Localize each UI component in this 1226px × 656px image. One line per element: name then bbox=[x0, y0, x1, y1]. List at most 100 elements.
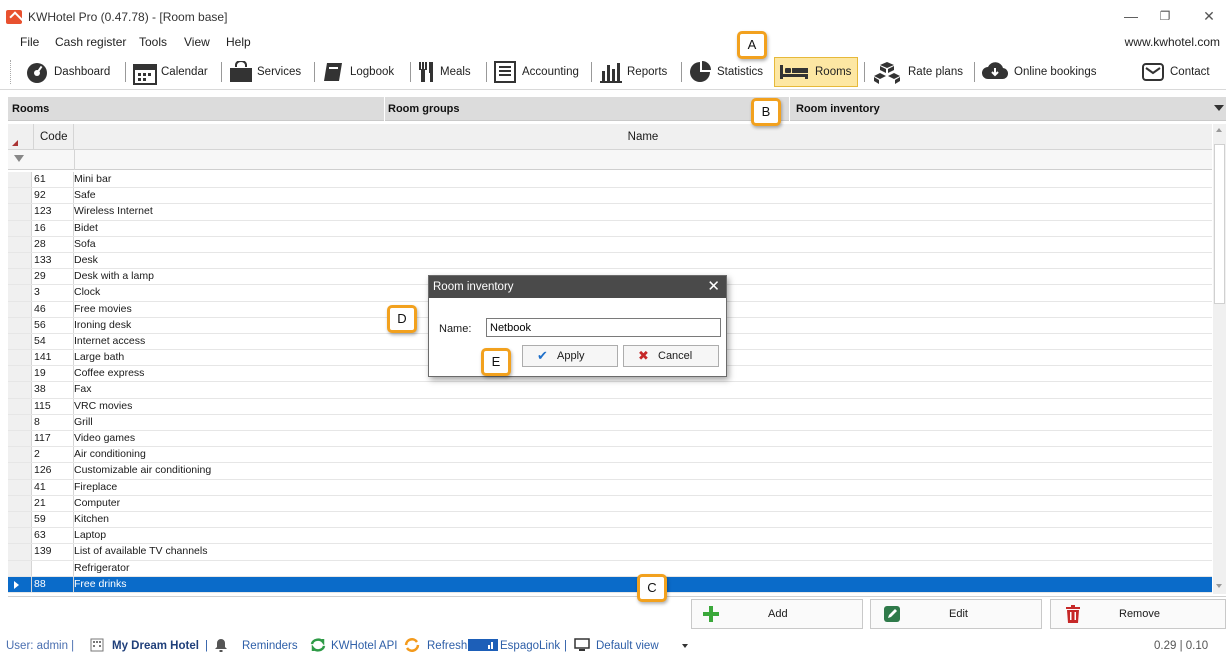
cell-code[interactable]: 61 bbox=[34, 172, 74, 188]
status-refresh[interactable]: Refresh bbox=[427, 640, 467, 652]
rooms-button[interactable]: Rooms bbox=[774, 57, 859, 87]
cell-name[interactable]: Clock bbox=[74, 285, 100, 300]
tab-rooms[interactable]: Rooms bbox=[12, 97, 49, 121]
column-header-code[interactable]: Code bbox=[34, 124, 74, 150]
status-reminders[interactable]: Reminders bbox=[242, 640, 298, 652]
row-header[interactable] bbox=[8, 172, 32, 188]
name-field[interactable] bbox=[486, 318, 721, 337]
table-row[interactable]: 28 Sofa bbox=[8, 236, 1212, 253]
table-row[interactable]: 133 Desk bbox=[8, 252, 1212, 270]
cell-name[interactable]: Kitchen bbox=[74, 512, 109, 527]
cell-name[interactable]: VRC movies bbox=[74, 399, 132, 414]
cell-code[interactable]: 133 bbox=[34, 252, 74, 269]
scroll-down-icon[interactable] bbox=[1216, 584, 1222, 588]
table-row[interactable]: 41 Fireplace bbox=[8, 479, 1212, 496]
edit-button[interactable]: Edit bbox=[870, 599, 1042, 629]
menu-help[interactable]: Help bbox=[226, 35, 251, 49]
table-row[interactable]: 8 Grill bbox=[8, 414, 1212, 431]
cell-code[interactable]: 126 bbox=[34, 463, 74, 479]
view-dropdown-icon[interactable] bbox=[682, 644, 688, 648]
cell-code[interactable]: 16 bbox=[34, 220, 74, 236]
row-header[interactable] bbox=[8, 220, 32, 236]
table-row[interactable]: 126 Customizable air conditioning bbox=[8, 463, 1212, 480]
table-row[interactable]: 92 Safe bbox=[8, 188, 1212, 205]
filter-row[interactable] bbox=[8, 150, 1212, 170]
filter-icon[interactable] bbox=[14, 155, 24, 162]
row-header[interactable] bbox=[8, 398, 32, 414]
status-api[interactable]: KWHotel API bbox=[331, 640, 397, 652]
row-header[interactable] bbox=[8, 252, 32, 269]
cell-name[interactable]: Large bath bbox=[74, 350, 124, 365]
cell-name[interactable]: Fax bbox=[74, 382, 92, 397]
table-row[interactable]: 2 Air conditioning bbox=[8, 447, 1212, 464]
cell-name[interactable]: List of available TV channels bbox=[74, 544, 207, 559]
vertical-scrollbar[interactable] bbox=[1213, 124, 1226, 594]
apply-button[interactable]: ✔ Apply bbox=[522, 345, 618, 367]
calendar-button[interactable]: Calendar bbox=[133, 57, 208, 87]
table-row[interactable]: 117 Video games bbox=[8, 431, 1212, 448]
row-header[interactable] bbox=[8, 301, 32, 317]
cell-name[interactable]: Ironing desk bbox=[74, 318, 131, 333]
contact-button[interactable]: Contact bbox=[1142, 57, 1210, 87]
cell-code[interactable]: 21 bbox=[34, 495, 74, 511]
cell-name[interactable]: Grill bbox=[74, 415, 93, 430]
minimize-button[interactable]: — bbox=[1116, 6, 1146, 26]
status-espago[interactable]: EspagoLink bbox=[500, 640, 560, 652]
cell-name[interactable]: Mini bar bbox=[74, 172, 111, 187]
table-row[interactable]: 139 List of available TV channels bbox=[8, 544, 1212, 561]
row-header[interactable] bbox=[8, 269, 32, 285]
cell-name[interactable]: Customizable air conditioning bbox=[74, 463, 211, 478]
row-header[interactable] bbox=[8, 544, 32, 560]
cell-name[interactable]: Free movies bbox=[74, 302, 132, 317]
cell-code[interactable]: 3 bbox=[34, 285, 74, 301]
cell-code[interactable]: 63 bbox=[34, 528, 74, 544]
row-header[interactable] bbox=[8, 528, 32, 544]
row-header[interactable] bbox=[8, 463, 32, 479]
scroll-thumb[interactable] bbox=[1214, 144, 1225, 304]
table-row[interactable]: 88 Free drinks bbox=[8, 576, 1212, 593]
cell-code[interactable]: 141 bbox=[34, 350, 74, 366]
cell-name[interactable]: Safe bbox=[74, 188, 96, 203]
row-header[interactable] bbox=[8, 285, 32, 301]
column-header-name[interactable]: Name bbox=[74, 124, 1212, 150]
cell-name[interactable]: Free drinks bbox=[74, 577, 127, 592]
cancel-button[interactable]: ✖ Cancel bbox=[623, 345, 719, 367]
cell-code[interactable]: 123 bbox=[34, 204, 74, 220]
cell-code[interactable]: 117 bbox=[34, 431, 74, 447]
cell-name[interactable]: Sofa bbox=[74, 237, 96, 252]
row-header[interactable] bbox=[8, 447, 32, 463]
cell-code[interactable]: 59 bbox=[34, 511, 74, 528]
row-header[interactable] bbox=[8, 188, 32, 204]
services-button[interactable]: Services bbox=[229, 57, 301, 87]
cell-code[interactable]: 29 bbox=[34, 269, 74, 285]
cell-code[interactable]: 8 bbox=[34, 414, 74, 430]
rate-plans-button[interactable]: Rate plans bbox=[872, 57, 963, 87]
cell-name[interactable]: Air conditioning bbox=[74, 447, 146, 462]
dashboard-button[interactable]: Dashboard bbox=[26, 57, 110, 87]
cell-code[interactable]: 88 bbox=[34, 576, 74, 592]
menu-view[interactable]: View bbox=[184, 35, 210, 49]
table-row[interactable]: 115 VRC movies bbox=[8, 398, 1212, 415]
row-header[interactable] bbox=[8, 414, 32, 430]
row-header[interactable] bbox=[8, 204, 32, 220]
cell-code[interactable]: 56 bbox=[34, 317, 74, 333]
add-button[interactable]: Add bbox=[691, 599, 863, 629]
table-row[interactable]: 38 Fax bbox=[8, 382, 1212, 399]
cell-code[interactable]: 115 bbox=[34, 398, 74, 414]
tab-room-inventory[interactable]: Room inventory bbox=[796, 97, 880, 121]
status-hotel[interactable]: My Dream Hotel bbox=[112, 640, 199, 652]
cell-name[interactable]: Bidet bbox=[74, 221, 98, 236]
cell-name[interactable]: Desk bbox=[74, 253, 98, 268]
row-header[interactable] bbox=[8, 495, 32, 511]
statistics-button[interactable]: Statistics bbox=[689, 57, 763, 87]
cell-code[interactable]: 2 bbox=[34, 447, 74, 463]
grid-corner[interactable] bbox=[8, 124, 34, 150]
cell-code[interactable]: 139 bbox=[34, 544, 74, 560]
close-window-button[interactable]: ✕ bbox=[1194, 6, 1224, 26]
cell-name[interactable]: Desk with a lamp bbox=[74, 269, 154, 284]
table-row[interactable]: 61 Mini bar bbox=[8, 172, 1212, 189]
row-header[interactable] bbox=[8, 431, 32, 447]
cell-name[interactable]: Video games bbox=[74, 431, 135, 446]
cell-code[interactable]: 54 bbox=[34, 333, 74, 350]
row-header[interactable] bbox=[8, 479, 32, 495]
